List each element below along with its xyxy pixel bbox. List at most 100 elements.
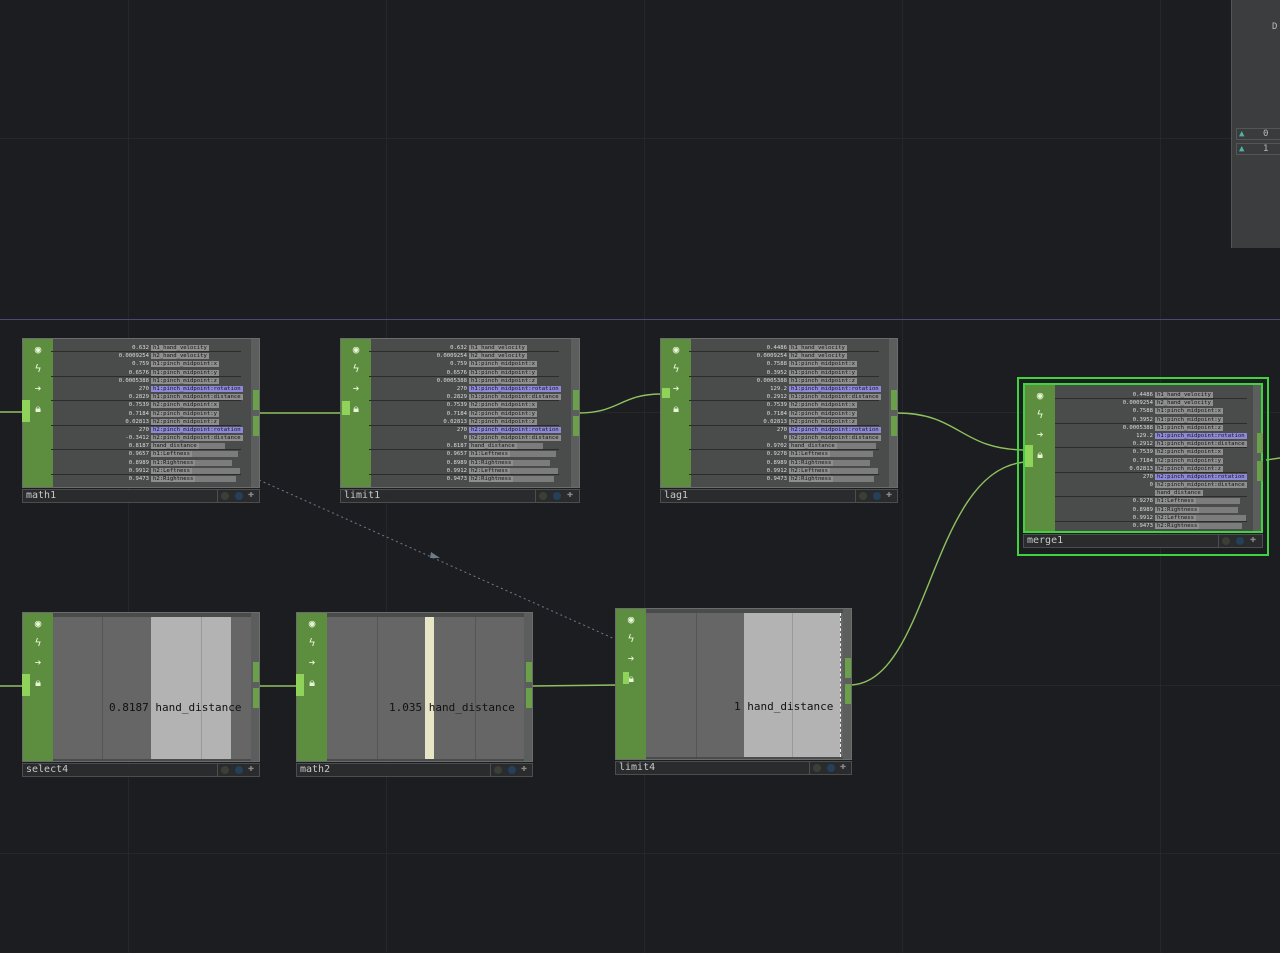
channel-value: 0.7539 (128, 402, 149, 409)
channel-value: 0.8187 (446, 443, 467, 450)
display-flag-icon[interactable] (813, 764, 821, 772)
cook-flag-icon[interactable]: ϟ (303, 635, 321, 651)
node-math1[interactable]: ◉ ϟ ➔ 🔒︎ 0.632 h1_hand_velocity 0.0009254 h… (22, 338, 260, 504)
expand-icon[interactable]: ✚ (840, 761, 846, 772)
node-scrollbar[interactable] (524, 613, 532, 761)
node-scrollbar[interactable] (251, 613, 259, 761)
cook-flag-icon[interactable]: ϟ (667, 361, 685, 377)
node-select4[interactable]: ◉ ϟ ➔ 🔒︎ 0.8187 hand_distance select4 ✚ (22, 612, 260, 778)
display-flag-icon[interactable] (539, 492, 547, 500)
viewer-toggle-icon[interactable]: ◉ (29, 342, 47, 358)
node-name[interactable]: select4 (26, 764, 68, 776)
display-flag-icon[interactable] (221, 766, 229, 774)
display-flag-icon[interactable] (221, 492, 229, 500)
viewer-toggle-icon[interactable]: ◉ (667, 342, 685, 358)
input-connector[interactable] (1025, 445, 1033, 467)
output-connector[interactable] (1257, 433, 1263, 453)
render-flag-icon[interactable] (1236, 537, 1244, 545)
node-scrollbar[interactable] (571, 339, 579, 487)
input-connector[interactable] (22, 400, 30, 422)
render-flag-icon[interactable] (235, 766, 243, 774)
bypass-arrow-icon[interactable]: ➔ (347, 381, 365, 397)
node-name[interactable]: merge1 (1027, 535, 1063, 547)
output-connector[interactable] (1257, 461, 1263, 481)
cook-flag-icon[interactable]: ϟ (29, 361, 47, 377)
render-flag-icon[interactable] (873, 492, 881, 500)
node-viewer[interactable]: ◉ ϟ ➔ 🔒︎ 1 hand_distance (615, 608, 852, 760)
node-viewer[interactable]: ◉ ϟ ➔ 🔒︎ 0.8187 hand_distance (22, 612, 260, 762)
expand-icon[interactable]: ✚ (1250, 534, 1256, 545)
output-connector[interactable] (253, 688, 259, 708)
output-connector[interactable] (891, 390, 897, 410)
display-flag-icon[interactable] (1222, 537, 1230, 545)
node-name[interactable]: math1 (26, 490, 56, 502)
cook-flag-icon[interactable]: ϟ (1031, 407, 1049, 423)
cook-flag-icon[interactable]: ϟ (622, 631, 640, 647)
output-connector[interactable] (573, 390, 579, 410)
render-flag-icon[interactable] (235, 492, 243, 500)
node-scrollbar[interactable] (1253, 385, 1261, 531)
expand-icon[interactable]: ✚ (521, 763, 527, 774)
bypass-arrow-icon[interactable]: ➔ (1031, 427, 1049, 443)
bypass-arrow-icon[interactable]: ➔ (303, 655, 321, 671)
viewer-toggle-icon[interactable]: ◉ (29, 616, 47, 632)
input-connector[interactable] (296, 674, 304, 696)
input-connector[interactable] (662, 388, 670, 398)
node-viewer[interactable]: ◉ ϟ ➔ 🔒︎ 1.035 hand_distance (296, 612, 533, 762)
input-connector[interactable] (342, 401, 350, 415)
viewer-toggle-icon[interactable]: ◉ (303, 616, 321, 632)
output-connector[interactable] (891, 416, 897, 436)
output-connector[interactable] (526, 662, 532, 682)
node-viewer[interactable]: ◉ ϟ ➔ 🔒︎ 0.632 h1_hand_velocity 0.0009254 h… (340, 338, 580, 488)
display-flag-icon[interactable] (494, 766, 502, 774)
lock-icon[interactable]: 🔒︎ (29, 675, 47, 691)
expand-icon[interactable]: ✚ (567, 489, 573, 500)
up-arrow-icon[interactable]: ▲ (1239, 129, 1244, 140)
lock-icon[interactable]: 🔒︎ (303, 675, 321, 691)
node-math2[interactable]: ◉ ϟ ➔ 🔒︎ 1.035 hand_distance math2 ✚ (296, 612, 533, 778)
node-limit1[interactable]: ◉ ϟ ➔ 🔒︎ 0.632 h1_hand_velocity 0.0009254 h… (340, 338, 580, 504)
viewer-toggle-icon[interactable]: ◉ (347, 342, 365, 358)
cook-flag-icon[interactable]: ϟ (29, 635, 47, 651)
node-scrollbar[interactable] (251, 339, 259, 487)
lock-icon[interactable]: 🔒︎ (667, 401, 685, 417)
output-connector[interactable] (253, 416, 259, 436)
node-name[interactable]: limit4 (619, 762, 655, 774)
input-connector[interactable] (22, 674, 30, 696)
node-viewer[interactable]: ◉ ϟ ➔ 🔒︎ 0.632 h1_hand_velocity 0.0009254 h… (22, 338, 260, 488)
node-name[interactable]: lag1 (664, 490, 688, 502)
panel-row[interactable]: ▲ 1 (1236, 143, 1280, 155)
node-merge1[interactable]: ◉ ϟ ➔ 🔒︎ 0.4486 h1_hand_velocity 0.0009254… (1017, 377, 1269, 556)
expand-icon[interactable]: ✚ (248, 489, 254, 500)
bypass-arrow-icon[interactable]: ➔ (29, 655, 47, 671)
input-connector[interactable] (623, 672, 629, 684)
node-scrollbar[interactable] (889, 339, 897, 487)
panel-row[interactable]: ▲ 0 (1236, 128, 1280, 140)
lock-icon[interactable]: 🔒︎ (29, 401, 47, 417)
up-arrow-icon[interactable]: ▲ (1239, 144, 1244, 155)
bypass-arrow-icon[interactable]: ➔ (622, 651, 640, 667)
bypass-arrow-icon[interactable]: ➔ (29, 381, 47, 397)
lock-icon[interactable]: 🔒︎ (1031, 447, 1049, 463)
expand-icon[interactable]: ✚ (248, 763, 254, 774)
output-connector[interactable] (845, 658, 851, 678)
output-connector[interactable] (253, 662, 259, 682)
node-viewer[interactable]: ◉ ϟ ➔ 🔒︎ 0.4486 h1_hand_velocity 0.0009254… (660, 338, 898, 488)
node-name[interactable]: limit1 (344, 490, 380, 502)
node-name[interactable]: math2 (300, 764, 330, 776)
output-connector[interactable] (253, 390, 259, 410)
node-lag1[interactable]: ◉ ϟ ➔ 🔒︎ 0.4486 h1_hand_velocity 0.0009254… (660, 338, 898, 504)
render-flag-icon[interactable] (827, 764, 835, 772)
render-flag-icon[interactable] (553, 492, 561, 500)
output-connector[interactable] (573, 416, 579, 436)
render-flag-icon[interactable] (508, 766, 516, 774)
node-viewer[interactable]: ◉ ϟ ➔ 🔒︎ 0.4486 h1_hand_velocity 0.0009254… (1023, 383, 1263, 533)
viewer-toggle-icon[interactable]: ◉ (1031, 388, 1049, 404)
display-flag-icon[interactable] (859, 492, 867, 500)
cook-flag-icon[interactable]: ϟ (347, 361, 365, 377)
viewer-toggle-icon[interactable]: ◉ (622, 612, 640, 628)
output-connector[interactable] (526, 688, 532, 708)
node-limit4[interactable]: ◉ ϟ ➔ 🔒︎ 1 hand_distance limit4 ✚ (615, 608, 852, 776)
expand-icon[interactable]: ✚ (886, 489, 892, 500)
output-connector[interactable] (845, 684, 851, 704)
